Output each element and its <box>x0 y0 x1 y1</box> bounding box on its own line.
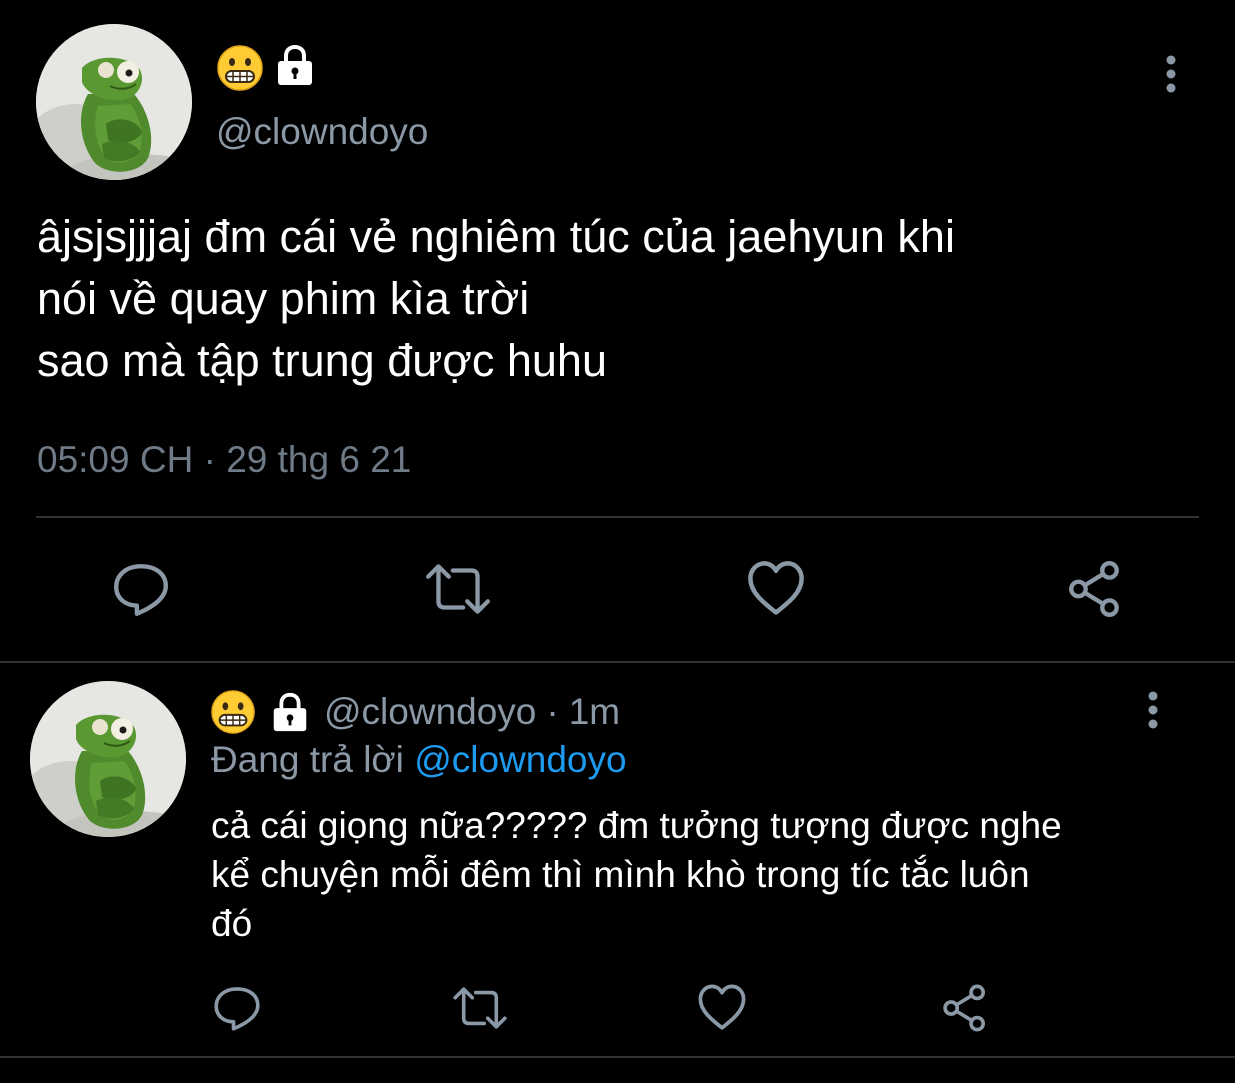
tweet-text-line: nói về quay phim kìa trời <box>37 273 530 324</box>
reply-text: cả cái giọng nữa????? đm tưởng tượng đượ… <box>211 801 1211 948</box>
tweet-text-line: âjsjsjjjaj đm cái vẻ nghiêm túc của jaeh… <box>37 211 955 262</box>
author-avatar[interactable] <box>36 24 192 180</box>
lock-icon <box>272 42 318 88</box>
retweet-icon <box>422 558 494 620</box>
divider <box>0 661 1235 663</box>
grimacing-face-emoji-icon <box>210 689 256 735</box>
reply-icon <box>110 558 172 620</box>
divider <box>0 1056 1235 1058</box>
lock-icon <box>268 690 312 734</box>
tweet-timestamp: 05:09 CH · 29 thg 6 21 <box>37 439 412 480</box>
replying-to-mention[interactable]: @clowndoyo <box>414 739 626 780</box>
separator-dot: · <box>546 691 559 732</box>
divider <box>36 516 1199 518</box>
reply-author-avatar[interactable] <box>30 681 186 837</box>
reply-text-line: cả cái giọng nữa????? đm tưởng tượng đượ… <box>211 805 1062 846</box>
share-button[interactable] <box>1062 558 1128 620</box>
like-button[interactable] <box>743 558 809 620</box>
retweet-icon <box>450 982 510 1034</box>
like-button[interactable] <box>694 982 750 1034</box>
like-icon <box>695 981 749 1035</box>
more-options-icon[interactable] <box>1146 690 1160 730</box>
reply-text-line: kể chuyện mỗi đêm thì mình khò trong tíc… <box>211 854 1030 895</box>
more-options-icon[interactable] <box>1164 54 1178 94</box>
share-icon <box>939 982 991 1034</box>
reply-text-line: đó <box>211 903 253 944</box>
tweet-text-line: sao mà tập trung được huhu <box>37 335 607 386</box>
replying-to-label: Đang trả lời <box>211 739 404 780</box>
author-handle[interactable]: @clowndoyo <box>216 108 428 156</box>
reply-icon <box>211 982 263 1034</box>
share-icon <box>1064 558 1126 620</box>
reply-time[interactable]: 1m <box>569 691 620 733</box>
reply-header: @clowndoyo · 1m <box>210 688 620 736</box>
reply-author-handle[interactable]: @clowndoyo <box>324 691 536 733</box>
replying-to: Đang trả lời @clowndoyo <box>211 736 627 784</box>
like-icon <box>744 557 808 621</box>
retweet-button[interactable] <box>448 982 512 1034</box>
tweet-text: âjsjsjjjaj đm cái vẻ nghiêm túc của jaeh… <box>37 206 1197 392</box>
reply-button[interactable] <box>210 982 264 1034</box>
share-button[interactable] <box>937 982 993 1034</box>
reply-button[interactable] <box>106 558 176 620</box>
grimacing-face-emoji-icon <box>216 44 264 92</box>
retweet-button[interactable] <box>420 558 496 620</box>
